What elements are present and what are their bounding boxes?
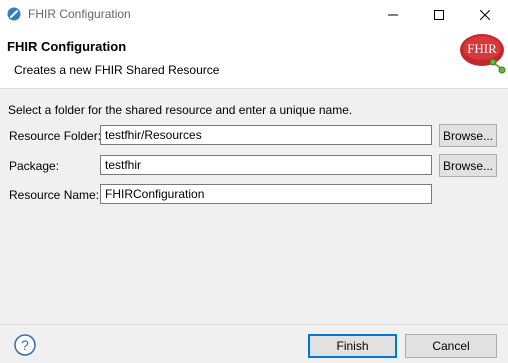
window-title: FHIR Configuration bbox=[28, 7, 131, 21]
wizard-banner: FHIR Configuration Creates a new FHIR Sh… bbox=[0, 29, 508, 89]
banner-description: Creates a new FHIR Shared Resource bbox=[14, 63, 220, 77]
minimize-icon bbox=[388, 14, 398, 15]
resource-folder-browse-button[interactable]: Browse... bbox=[439, 124, 497, 147]
dialog-window: FHIR Configuration FHIR Configuration Cr… bbox=[0, 0, 508, 363]
package-label: Package: bbox=[9, 159, 60, 173]
minimize-button[interactable] bbox=[370, 0, 416, 29]
footer-separator bbox=[0, 324, 508, 325]
maximize-button[interactable] bbox=[416, 0, 462, 29]
maximize-icon bbox=[434, 9, 444, 20]
instructions-text: Select a folder for the shared resource … bbox=[8, 103, 353, 117]
banner-title: FHIR Configuration bbox=[7, 39, 127, 54]
fhir-logo: FHIR bbox=[460, 34, 506, 74]
fhir-logo-text: FHIR bbox=[467, 41, 497, 56]
close-icon bbox=[480, 9, 490, 20]
cancel-button[interactable]: Cancel bbox=[405, 334, 497, 358]
resource-folder-label: Resource Folder: bbox=[9, 129, 102, 143]
finish-button[interactable]: Finish bbox=[308, 334, 397, 358]
resource-folder-input[interactable] bbox=[100, 125, 432, 145]
help-icon[interactable]: ? bbox=[14, 334, 36, 356]
package-browse-button[interactable]: Browse... bbox=[439, 154, 497, 177]
title-bar: FHIR Configuration bbox=[0, 0, 508, 29]
app-icon bbox=[7, 7, 21, 21]
resource-name-input[interactable] bbox=[100, 184, 432, 204]
close-button[interactable] bbox=[462, 0, 508, 29]
resource-name-label: Resource Name: bbox=[9, 188, 100, 202]
package-input[interactable] bbox=[100, 155, 432, 175]
svg-text:?: ? bbox=[21, 337, 29, 353]
